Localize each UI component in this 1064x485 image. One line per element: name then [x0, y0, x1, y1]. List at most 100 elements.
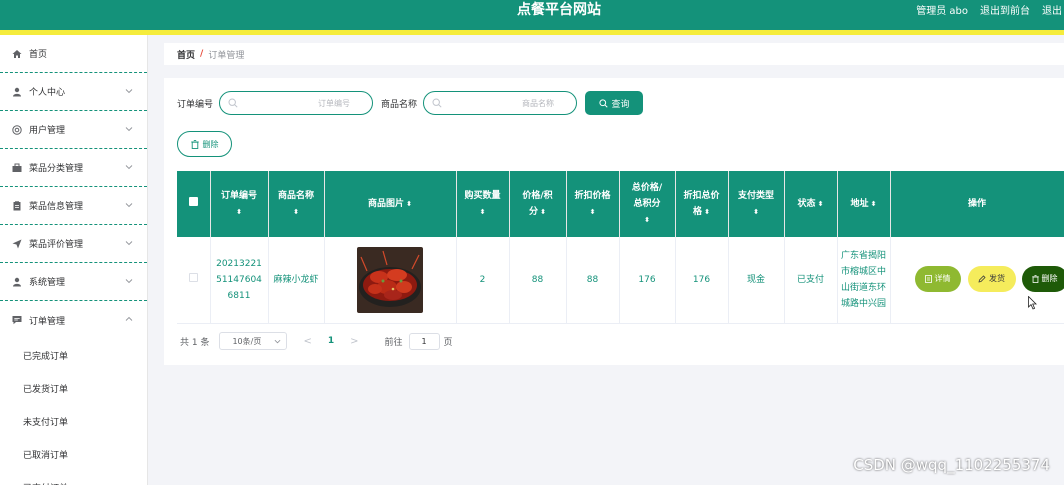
- cell-price: 88: [509, 237, 567, 324]
- cell-address: 广东省揭阳市榕城区中山街道东环城路中兴园: [837, 237, 891, 324]
- query-button[interactable]: 查询: [585, 91, 644, 115]
- breadcrumb-separator: /: [200, 49, 204, 59]
- order-no-search[interactable]: [219, 91, 374, 115]
- sidebar-item-dish-review[interactable]: 菜品评价管理: [0, 225, 147, 263]
- sort-icon[interactable]: ⬍: [406, 196, 412, 212]
- header-accent-stripe: [0, 30, 1064, 35]
- detail-button[interactable]: 详情: [914, 266, 961, 292]
- dish-name-search[interactable]: [423, 91, 578, 115]
- col-pay-type[interactable]: 支付类型 ⬍: [728, 171, 785, 237]
- breadcrumb: 首页 / 订单管理: [164, 43, 1064, 65]
- sidebar-item-user-management[interactable]: 用户管理: [0, 111, 147, 149]
- sort-icon[interactable]: ⬍: [214, 204, 265, 220]
- sidebar-item-label: 订单管理: [29, 316, 66, 327]
- row-delete-button[interactable]: 删除: [1021, 266, 1064, 292]
- goto-label: 前往: [384, 337, 403, 348]
- sidebar-item-dish-category[interactable]: 菜品分类管理: [0, 149, 147, 187]
- sidebar-item-system[interactable]: 系统管理: [0, 263, 147, 301]
- select-all-checkbox[interactable]: [188, 197, 198, 206]
- sort-icon[interactable]: ⬍: [570, 204, 616, 220]
- prev-page-button[interactable]: <: [303, 336, 311, 347]
- sidebar-subitem-paid-orders[interactable]: 已支付订单: [0, 471, 147, 485]
- sidebar-subitem-cancelled-orders[interactable]: 已取消订单: [0, 438, 147, 471]
- col-order-no[interactable]: 订单编号 ⬍: [210, 171, 269, 237]
- document-icon: [924, 275, 932, 283]
- chevron-down-icon: [125, 165, 133, 170]
- col-dish-image[interactable]: 商品图片 ⬍: [324, 171, 457, 237]
- chevron-down-icon: [125, 89, 133, 94]
- page-size-select[interactable]: 10条/页: [219, 332, 288, 350]
- sort-icon[interactable]: ⬍: [704, 204, 710, 220]
- sidebar-subitem-completed-orders[interactable]: 已完成订单: [0, 339, 147, 372]
- sort-icon[interactable]: ⬍: [818, 196, 824, 212]
- col-discount-price[interactable]: 折扣价格 ⬍: [566, 171, 620, 237]
- dish-name-label: 商品名称: [381, 99, 418, 110]
- cell-discount-price: 88: [566, 237, 620, 324]
- sort-icon[interactable]: ⬍: [460, 204, 506, 220]
- sidebar-item-label: 菜品评价管理: [29, 240, 84, 250]
- sidebar-subitem-unpaid-orders[interactable]: 未支付订单: [0, 405, 147, 438]
- batch-delete-button[interactable]: 删除: [177, 131, 232, 157]
- col-dish-name[interactable]: 商品名称 ⬍: [268, 171, 325, 237]
- order-no-label: 订单编号: [177, 99, 214, 110]
- query-button-label: 查询: [611, 99, 630, 110]
- dish-name-input[interactable]: [446, 96, 555, 111]
- col-quantity[interactable]: 购买数量 ⬍: [456, 171, 510, 237]
- page-number-current[interactable]: 1: [328, 336, 334, 346]
- ship-button[interactable]: 发货: [967, 266, 1016, 292]
- trash-icon: [1031, 275, 1039, 283]
- sort-icon[interactable]: ⬍: [272, 204, 321, 220]
- col-price[interactable]: 价格/积分 ⬍: [509, 171, 567, 237]
- trash-icon: [190, 139, 199, 149]
- search-form: 订单编号 商品名称 查询: [177, 91, 644, 115]
- back-to-front-link[interactable]: 退出到前台: [980, 2, 1030, 17]
- sort-icon[interactable]: ⬍: [732, 204, 781, 220]
- goto-page-input[interactable]: 1: [408, 332, 440, 350]
- orders-table: 订单编号 ⬍ 商品名称 ⬍ 商品图片 ⬍ 购买数量 ⬍ 价格/积分 ⬍ 折扣价格 ⬍ 总价格…: [177, 171, 1064, 324]
- sidebar-item-home[interactable]: 首页: [0, 35, 147, 73]
- table-header-row: 订单编号 ⬍ 商品名称 ⬍ 商品图片 ⬍ 购买数量 ⬍ 价格/积分 ⬍ 折扣价格 ⬍ 总价格…: [177, 171, 1064, 237]
- breadcrumb-home[interactable]: 首页: [177, 48, 195, 61]
- chevron-down-icon: [125, 279, 133, 284]
- col-address[interactable]: 地址 ⬍: [837, 171, 891, 237]
- chevron-down-icon: [275, 339, 281, 343]
- sort-icon[interactable]: ⬍: [623, 212, 672, 228]
- user-icon: [12, 87, 22, 97]
- col-discount-total[interactable]: 折扣总价格 ⬍: [675, 171, 729, 237]
- sidebar-item-dish-info[interactable]: 菜品信息管理: [0, 187, 147, 225]
- col-status[interactable]: 状态 ⬍: [784, 171, 838, 237]
- user-icon: [12, 277, 22, 287]
- sort-icon[interactable]: ⬍: [871, 196, 877, 212]
- sidebar-item-personal-center[interactable]: 个人中心: [0, 73, 147, 111]
- main-panel: 订单编号 商品名称 查询 删除 订单编号⬍ 商品名称⬍: [164, 78, 1064, 365]
- admin-user-label[interactable]: 管理员 abo: [916, 2, 968, 17]
- col-actions: 操作: [890, 171, 1064, 237]
- sort-icon[interactable]: ⬍: [540, 204, 546, 220]
- sidebar-item-label: 首页: [29, 50, 48, 60]
- order-no-input[interactable]: [242, 96, 351, 111]
- sidebar-subitem-shipped-orders[interactable]: 已发货订单: [0, 372, 147, 405]
- cell-dish-image: [324, 237, 457, 324]
- chevron-down-icon: [125, 203, 133, 208]
- document-icon: [12, 200, 22, 211]
- goto-suffix: 页: [443, 337, 453, 348]
- row-checkbox[interactable]: [188, 272, 198, 282]
- cell-actions: 详情 发货 删除: [890, 237, 1064, 324]
- sidebar-item-orders[interactable]: 订单管理: [0, 301, 147, 339]
- cell-pay-type: 现金: [728, 237, 785, 324]
- page-size-value: 10条/页: [232, 336, 262, 346]
- col-total[interactable]: 总价格/总积分 ⬍: [619, 171, 676, 237]
- send-icon: [12, 239, 22, 249]
- edit-icon: [978, 275, 986, 283]
- logout-link[interactable]: 退出: [1042, 2, 1064, 17]
- chat-icon: [12, 315, 22, 325]
- cell-status: 已支付: [784, 237, 838, 324]
- sidebar-item-label: 菜品分类管理: [29, 164, 84, 174]
- pagination: 共 1 条 10条/页 < 1 > 前往 1 页: [180, 332, 453, 350]
- next-page-button[interactable]: >: [350, 336, 358, 347]
- chevron-down-icon: [125, 127, 133, 132]
- site-title: 点餐平台网站: [517, 2, 601, 18]
- breadcrumb-current: 订单管理: [208, 50, 245, 61]
- briefcase-icon: [12, 163, 22, 173]
- sidebar-item-label: 个人中心: [29, 88, 66, 98]
